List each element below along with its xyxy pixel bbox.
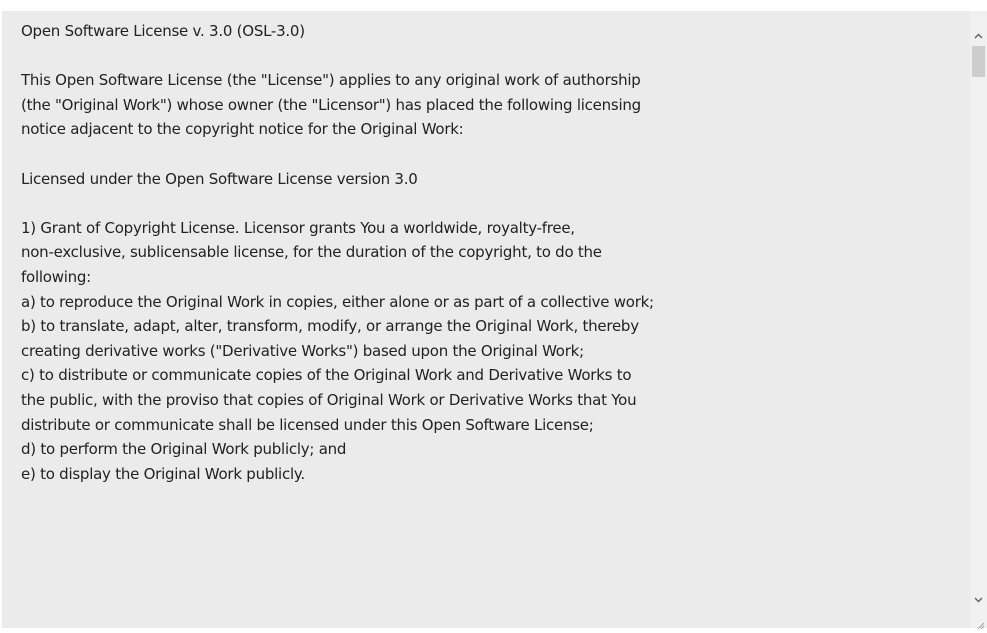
license-textarea[interactable]: Open Software License v. 3.0 (OSL-3.0) T…	[2, 11, 987, 628]
scroll-thumb[interactable]	[972, 46, 985, 77]
vertical-scrollbar[interactable]	[970, 11, 987, 628]
resize-grip-icon[interactable]	[977, 622, 985, 630]
scroll-up-button[interactable]	[970, 27, 987, 44]
license-text: Open Software License v. 3.0 (OSL-3.0) T…	[21, 22, 654, 483]
chevron-up-icon	[974, 33, 983, 38]
chevron-down-icon	[974, 597, 983, 602]
scroll-down-button[interactable]	[970, 591, 987, 608]
